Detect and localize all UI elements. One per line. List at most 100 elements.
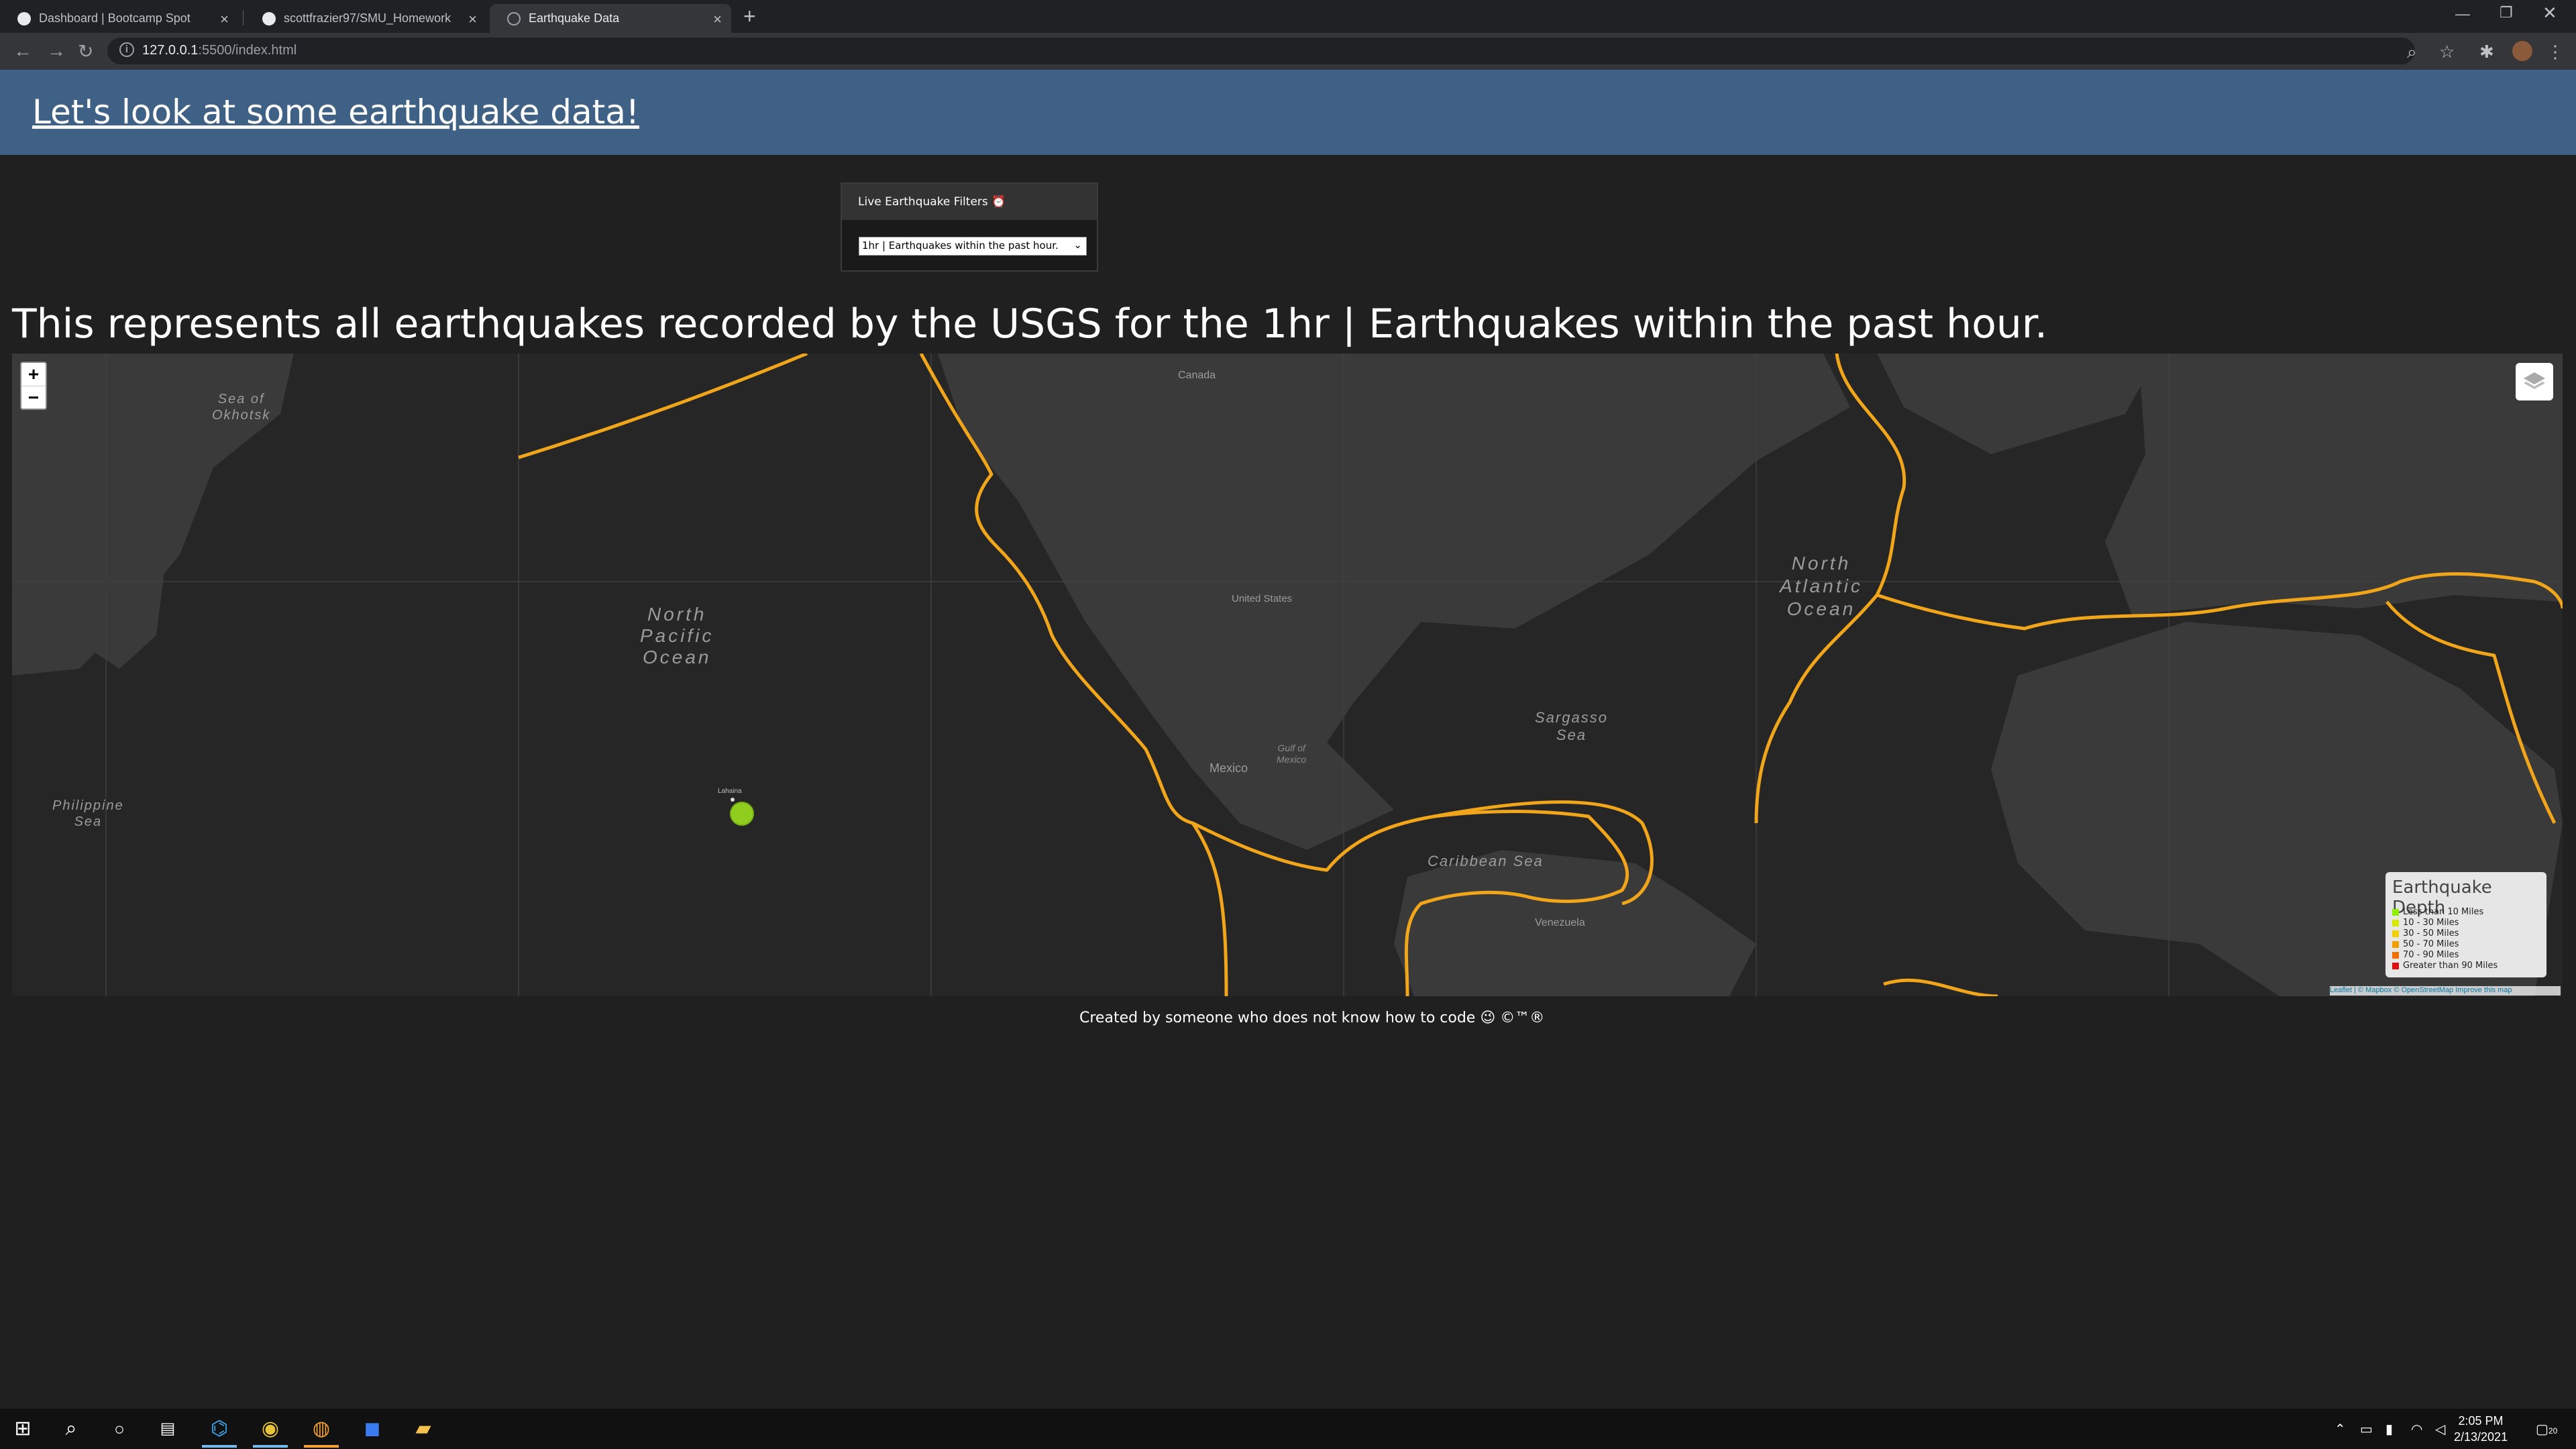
chrome-icon[interactable]: ◉ [258, 1417, 282, 1441]
plate-boundary [1883, 978, 1998, 996]
browser-tab-strip: Dashboard | Bootcamp Spot × scottfrazier… [0, 0, 2576, 33]
tab-title: scottfrazier97/SMU_Homework [284, 11, 451, 25]
tab-github[interactable]: scottfrazier97/SMU_Homework × [245, 4, 486, 33]
search-icon[interactable]: ⌕ [59, 1417, 83, 1441]
label-okhotsk: Sea of Okhotsk [212, 392, 271, 423]
bootcamp-icon [17, 11, 31, 25]
filter-heading: Live Earthquake Filters ⏰ [842, 184, 1097, 220]
cortana-icon[interactable]: ○ [107, 1417, 131, 1441]
close-window-icon[interactable]: ✕ [2542, 3, 2557, 23]
chevron-down-icon: ⌄ [1073, 239, 1082, 251]
label-united-states: United States [1232, 593, 1293, 604]
url-text[interactable]: 127.0.0.1:5500/index.html [142, 43, 297, 58]
menu-icon[interactable]: ⋮ [2546, 42, 2564, 62]
label-lahaina: Lahaina [718, 788, 742, 795]
earthquake-map[interactable]: North Pacific Ocean North Atlantic Ocean… [12, 354, 2563, 996]
map-description: This represents all earthquakes recorded… [12, 301, 2048, 347]
extensions-icon[interactable]: ✱ [2479, 42, 2494, 62]
restore-icon[interactable]: ❐ [2500, 4, 2513, 21]
earthquake-marker [730, 802, 754, 826]
close-icon[interactable]: × [468, 11, 477, 28]
legend-swatch [2392, 962, 2399, 969]
active-indicator [202, 1445, 237, 1448]
globe-icon [507, 11, 521, 25]
label-canada: Canada [1178, 370, 1216, 381]
legend-swatch [2392, 930, 2399, 937]
browser-toolbar: ← → ↻ i 127.0.0.1:5500/index.html ⌕ ☆ ✱ … [0, 33, 2576, 70]
map-attribution[interactable]: Leaflet | © Mapbox © OpenStreetMap Impro… [2330, 986, 2561, 996]
windows-start-icon[interactable]: ⊞ [11, 1417, 35, 1441]
tray-chevron-icon[interactable]: ⌃ [2334, 1421, 2346, 1438]
notification-count: 20 [2548, 1426, 2558, 1436]
legend-item: 70 - 90 Miles [2392, 950, 2459, 960]
tray-icon[interactable]: ▭ [2360, 1421, 2373, 1438]
zoom-control: + − [20, 362, 47, 410]
legend-item: Less than 10 Miles [2392, 907, 2483, 917]
info-icon[interactable]: i [119, 42, 134, 57]
page-header: Let's look at some earthquake data! [0, 70, 2576, 155]
city-dot-lahaina [731, 798, 735, 802]
tab-title: Dashboard | Bootcamp Spot [39, 11, 191, 25]
volume-icon[interactable]: ◁ [2435, 1421, 2445, 1438]
file-explorer-icon[interactable]: ▰ [411, 1417, 435, 1441]
legend-item: 10 - 30 Miles [2392, 918, 2459, 928]
zoom-icon[interactable]: ⌕ [2407, 42, 2417, 63]
clock-time: 2:05 PM [2458, 1414, 2504, 1428]
legend-item: Greater than 90 Miles [2392, 961, 2498, 971]
legend-swatch [2392, 941, 2399, 948]
filter-selected-value: 1hr | Earthquakes within the past hour. [862, 239, 1059, 252]
label-caribbean: Caribbean Sea [1428, 853, 1544, 869]
legend-swatch [2392, 951, 2399, 959]
notification-icon[interactable]: ▢20 [2536, 1421, 2557, 1438]
page-footer: Created by someone who does not know how… [1079, 1010, 1545, 1026]
taskbar-clock[interactable]: 2:05 PM 2/13/2021 [2454, 1413, 2508, 1445]
zoom-out-button[interactable]: − [21, 386, 46, 409]
new-tab-button[interactable]: + [743, 4, 756, 29]
page-title-link[interactable]: Let's look at some earthquake data! [32, 93, 639, 131]
forward-icon[interactable]: → [47, 40, 66, 62]
label-mexico: Mexico [1210, 761, 1248, 775]
label-gulf-mexico: Gulf of Mexico [1277, 743, 1307, 765]
label-venezuela: Venezuela [1535, 917, 1585, 928]
tab-title: Earthquake Data [529, 11, 620, 25]
close-icon[interactable]: × [713, 11, 722, 28]
legend-swatch [2392, 908, 2399, 916]
task-view-icon[interactable]: ▤ [156, 1417, 180, 1441]
depth-legend: Earthquake Depth Less than 10 Miles 10 -… [2385, 872, 2546, 977]
legend-item: 50 - 70 Miles [2392, 939, 2459, 949]
reload-icon[interactable]: ↻ [78, 40, 93, 62]
filter-panel: Live Earthquake Filters ⏰ 1hr | Earthqua… [841, 182, 1098, 272]
address-bar[interactable]: i 127.0.0.1:5500/index.html [107, 38, 2415, 64]
tab-earthquake-data[interactable]: Earthquake Data × [490, 4, 731, 33]
landmass-north-america [938, 354, 1850, 850]
back-icon[interactable]: ← [13, 40, 32, 62]
layers-control[interactable] [2516, 363, 2553, 400]
label-north-atlantic: North Atlantic Ocean [1780, 553, 1863, 619]
github-icon [262, 11, 276, 25]
label-philippine: Philippine Sea [52, 798, 124, 829]
plate-boundary [518, 354, 808, 460]
wifi-icon[interactable]: ◠ [2411, 1421, 2422, 1438]
active-indicator [304, 1445, 339, 1448]
layers-icon [2524, 372, 2545, 389]
taskbar: ⊞ ⌕ ○ ▤ ⌬ ◉ ◍ ◼ ▰ [0, 1409, 2576, 1449]
vscode-icon[interactable]: ⌬ [207, 1417, 231, 1441]
label-north-pacific: North Pacific Ocean [640, 604, 714, 667]
legend-swatch [2392, 919, 2399, 926]
legend-item: 30 - 50 Miles [2392, 928, 2459, 938]
battery-icon[interactable]: ▮ [2385, 1421, 2393, 1438]
close-icon[interactable]: × [220, 11, 229, 28]
label-sargasso: Sargasso Sea [1535, 709, 1608, 743]
profile-avatar[interactable] [2512, 41, 2532, 61]
tab-bootcamp[interactable]: Dashboard | Bootcamp Spot × [0, 4, 238, 33]
minimize-icon[interactable]: — [2455, 5, 2470, 23]
active-indicator [253, 1445, 288, 1448]
zoom-app-icon[interactable]: ◼ [360, 1417, 384, 1441]
zoom-in-button[interactable]: + [21, 363, 46, 386]
bookmark-star-icon[interactable]: ☆ [2439, 42, 2455, 62]
landmass-greenland [1877, 354, 2159, 454]
tab-divider [243, 11, 244, 25]
time-filter-select[interactable]: 1hr | Earthquakes within the past hour. … [859, 237, 1087, 256]
map-canvas [12, 354, 2563, 996]
app-icon[interactable]: ◍ [309, 1417, 333, 1441]
